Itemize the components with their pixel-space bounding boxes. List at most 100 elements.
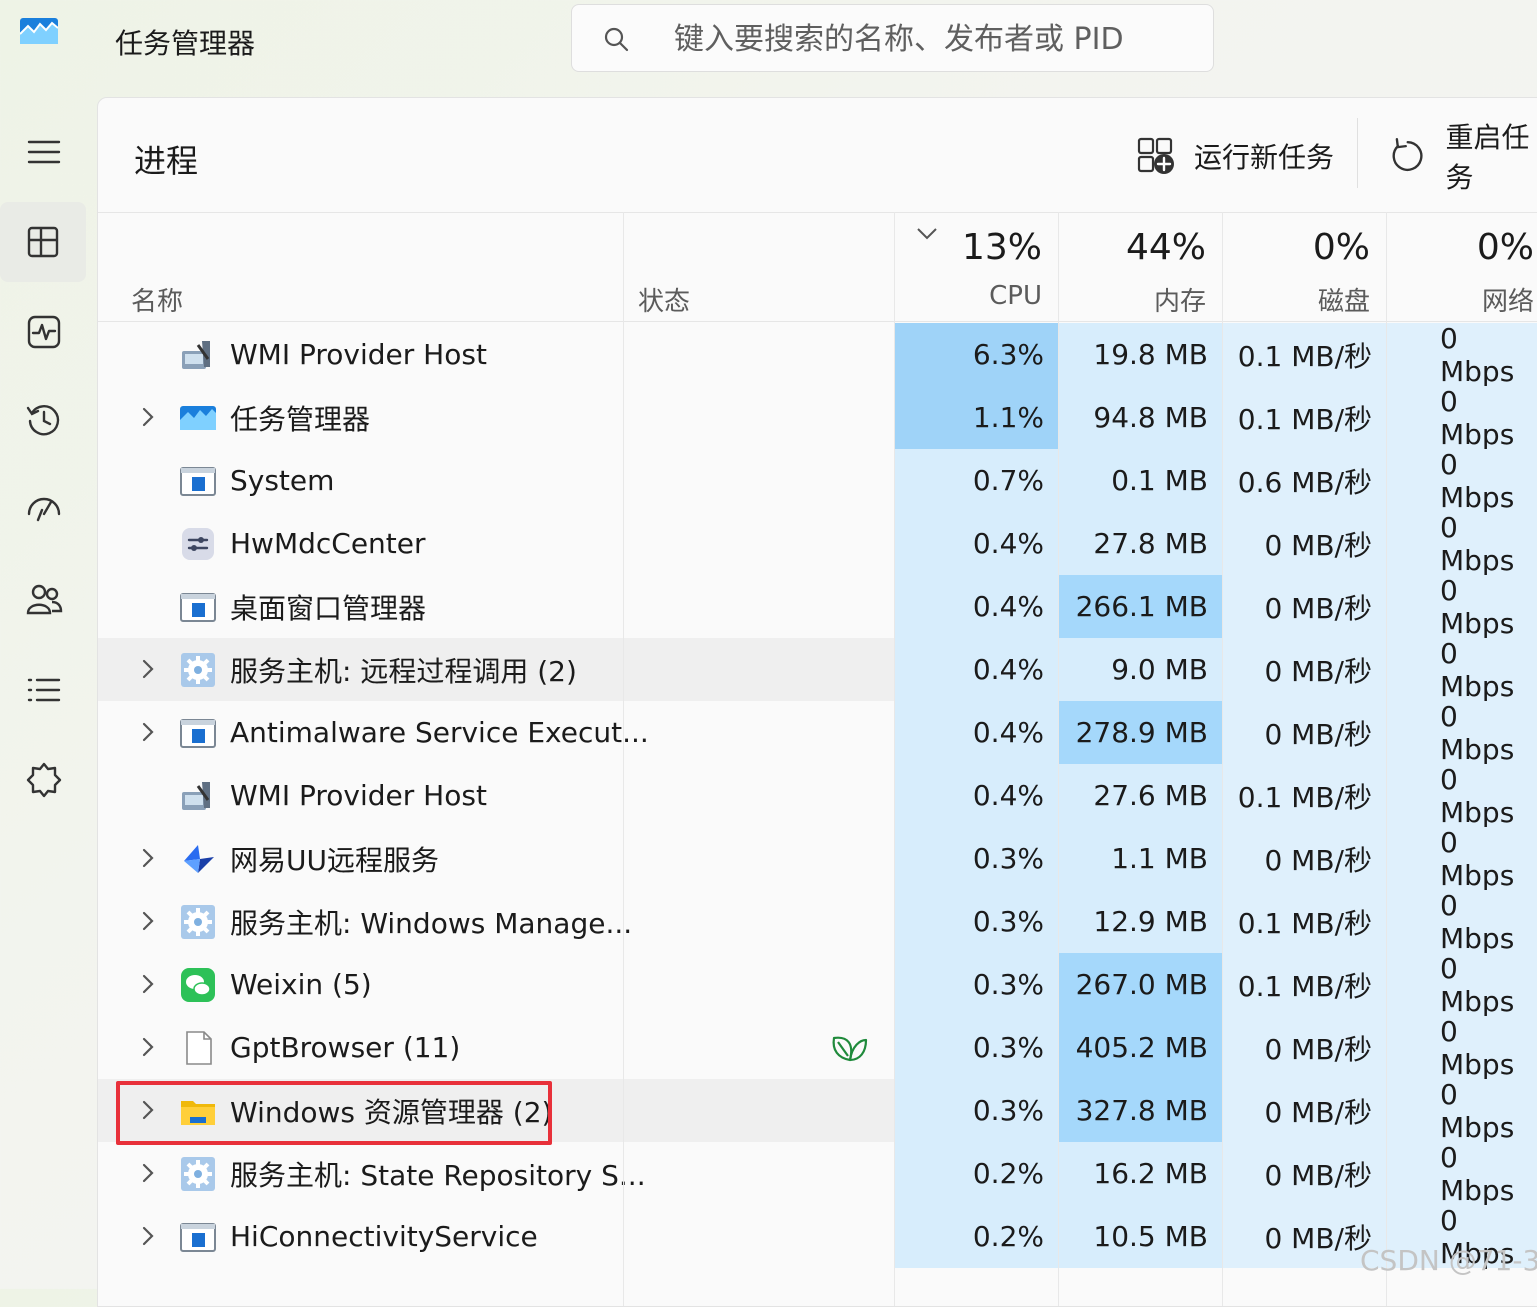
process-disk: 0 MB/秒 — [1222, 638, 1386, 701]
column-divider — [623, 212, 624, 1306]
nav-services-button[interactable] — [0, 740, 88, 820]
toolbar-divider — [1357, 118, 1358, 188]
process-cpu: 1.1% — [894, 386, 1058, 449]
process-memory: 94.8 MB — [1058, 386, 1222, 449]
nav-menu-button[interactable] — [0, 112, 88, 192]
nav-users-button[interactable] — [0, 560, 88, 640]
search-input[interactable] — [672, 15, 1196, 63]
process-disk: 0.1 MB/秒 — [1222, 386, 1386, 449]
expand-chevron-icon[interactable] — [138, 910, 158, 932]
process-disk: 0 MB/秒 — [1222, 1079, 1386, 1142]
nav-performance-button[interactable] — [0, 292, 88, 372]
nav-app-history-button[interactable] — [0, 380, 88, 460]
service-gear-icon — [181, 653, 215, 687]
table-row[interactable]: 服务主机: Windows Manage... 0.3% 12.9 MB 0.1 MB… — [98, 889, 1537, 955]
system-window-icon — [180, 1223, 216, 1252]
services-icon — [26, 762, 62, 798]
table-row[interactable]: HwMdcCenter 0.4% 27.8 MB 0 MB/秒 0 Mbps — [98, 511, 1537, 577]
restart-icon — [1392, 138, 1423, 171]
blank-file-icon — [186, 1031, 212, 1065]
disk-total-percent: 0% — [1312, 227, 1370, 268]
expand-chevron-icon[interactable] — [138, 973, 158, 995]
column-divider — [1058, 212, 1059, 1306]
table-row[interactable]: WMI Provider Host 6.3% 19.8 MB 0.1 MB/秒 0 Mb… — [98, 322, 1537, 388]
table-row[interactable]: System 0.7% 0.1 MB 0.6 MB/秒 0 Mbps — [98, 448, 1537, 514]
nav-details-button[interactable] — [0, 650, 88, 730]
process-disk: 0.1 MB/秒 — [1222, 890, 1386, 953]
service-gear-icon — [181, 905, 215, 939]
system-window-icon — [180, 719, 216, 748]
table-row[interactable]: 网易UU远程服务 0.3% 1.1 MB 0 MB/秒 0 Mbps — [98, 826, 1537, 892]
process-cpu: 0.3% — [894, 827, 1058, 890]
expand-chevron-icon[interactable] — [138, 658, 158, 680]
process-disk: 0 MB/秒 — [1222, 701, 1386, 764]
expand-chevron-icon[interactable] — [138, 1162, 158, 1184]
startup-apps-icon — [27, 497, 61, 522]
table-row[interactable]: 任务管理器 1.1% 94.8 MB 0.1 MB/秒 0 Mbps — [98, 385, 1537, 451]
efficiency-leaf-icon — [832, 1036, 868, 1062]
restart-task-button[interactable]: 重启任务 — [1388, 121, 1537, 194]
nav-processes-button[interactable] — [0, 202, 86, 282]
system-window-icon — [180, 467, 216, 496]
expand-chevron-icon[interactable] — [138, 847, 158, 869]
cpu-column-label: CPU — [989, 281, 1042, 311]
column-header-cpu[interactable]: 13% CPU — [894, 213, 1058, 323]
column-divider — [1386, 212, 1387, 1306]
process-disk: 0.6 MB/秒 — [1222, 449, 1386, 512]
process-network: 0 Mbps — [1386, 511, 1537, 577]
users-icon — [26, 584, 63, 615]
expand-chevron-icon[interactable] — [138, 406, 158, 428]
expand-chevron-icon[interactable] — [138, 1036, 158, 1058]
process-name: 服务主机: 远程过程调用 (2) — [230, 654, 577, 688]
process-disk: 0 MB/秒 — [1222, 512, 1386, 575]
run-new-task-button[interactable]: 运行新任务 — [1136, 126, 1334, 186]
process-name: System — [230, 464, 335, 497]
table-row[interactable]: 桌面窗口管理器 0.4% 266.1 MB 0 MB/秒 0 Mbps — [98, 574, 1537, 640]
processes-icon — [27, 226, 59, 258]
performance-icon — [27, 315, 61, 349]
process-name: WMI Provider Host — [230, 338, 487, 371]
table-row[interactable]: GptBrowser (11) 0.3% 405.2 MB 0 MB/秒 0 Mbps — [98, 1015, 1537, 1081]
hw-settings-icon — [182, 528, 214, 560]
process-cpu: 0.2% — [894, 1205, 1058, 1268]
process-network: 0 Mbps — [1386, 1141, 1537, 1207]
table-row[interactable]: HiConnectivityService 0.2% 10.5 MB 0 MB/秒 0 … — [98, 1204, 1537, 1270]
process-network: 0 Mbps — [1386, 448, 1537, 514]
process-network: 0 Mbps — [1386, 700, 1537, 766]
disk-column-label: 磁盘 — [1317, 287, 1370, 317]
process-cpu: 6.3% — [894, 323, 1058, 386]
uu-remote-icon — [184, 845, 214, 873]
process-name: Antimalware Service Execut... — [230, 716, 649, 749]
column-header-disk[interactable]: 0% 磁盘 — [1222, 213, 1386, 323]
column-header-status[interactable]: 状态 — [98, 213, 894, 323]
process-network: 0 Mbps — [1386, 826, 1537, 892]
process-network: 0 Mbps — [1386, 763, 1537, 829]
process-memory: 1.1 MB — [1058, 827, 1222, 890]
process-network: 0 Mbps — [1386, 322, 1537, 388]
expand-chevron-icon[interactable] — [138, 1225, 158, 1247]
annotation-highlight-box — [116, 1081, 552, 1145]
table-row[interactable]: 服务主机: 远程过程调用 (2) 0.4% 9.0 MB 0 MB/秒 0 Mbps — [98, 637, 1537, 703]
expand-chevron-icon[interactable] — [138, 721, 158, 743]
table-row[interactable]: WMI Provider Host 0.4% 27.6 MB 0.1 MB/秒 0 Mb… — [98, 763, 1537, 829]
table-row[interactable]: 服务主机: State Repository S... 0.2% 16.2 MB 0 … — [98, 1141, 1537, 1207]
process-network: 0 Mbps — [1386, 1078, 1537, 1144]
table-row[interactable]: Weixin (5) 0.3% 267.0 MB 0.1 MB/秒 0 Mbps — [98, 952, 1537, 1018]
column-header-memory[interactable]: 44% 内存 — [1058, 213, 1222, 323]
nav-startup-apps-button[interactable] — [0, 470, 88, 550]
process-memory: 10.5 MB — [1058, 1205, 1222, 1268]
process-network: 0 Mbps — [1386, 637, 1537, 703]
process-memory: 16.2 MB — [1058, 1142, 1222, 1205]
search-box[interactable] — [571, 4, 1214, 72]
page-title: 进程 — [134, 142, 199, 180]
table-row[interactable]: Antimalware Service Execut... 0.4% 278.9 M… — [98, 700, 1537, 766]
task-manager-logo-icon — [20, 18, 58, 44]
process-memory: 327.8 MB — [1058, 1079, 1222, 1142]
sort-descending-chevron-icon — [917, 228, 937, 240]
column-header-network[interactable]: 0% 网络 — [1386, 213, 1537, 323]
process-name: GptBrowser (11) — [230, 1031, 461, 1064]
network-column-label: 网络 — [1481, 287, 1534, 317]
process-cpu: 0.3% — [894, 890, 1058, 953]
hamburger-menu-icon — [27, 140, 61, 164]
process-network: 0 Mbps — [1386, 574, 1537, 640]
